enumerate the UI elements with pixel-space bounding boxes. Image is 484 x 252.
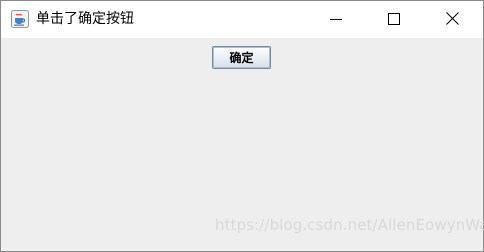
watermark-text: https://blog.csdn.net/AllenEowynWan <box>215 216 484 234</box>
close-icon <box>445 10 459 29</box>
title-bar[interactable]: 单击了确定按钮 <box>1 1 483 38</box>
window-title: 单击了确定按钮 <box>36 11 134 27</box>
close-button[interactable] <box>429 1 475 38</box>
java-coffee-cup-icon <box>11 10 29 28</box>
maximize-button[interactable] <box>371 1 417 38</box>
confirm-button[interactable]: 确定 <box>212 46 271 69</box>
minimize-icon <box>330 10 342 29</box>
minimize-button[interactable] <box>313 1 359 38</box>
app-window: 单击了确定按钮 确定 https://blog.csdn.net/AllenEo… <box>0 0 484 252</box>
maximize-icon <box>388 10 400 29</box>
